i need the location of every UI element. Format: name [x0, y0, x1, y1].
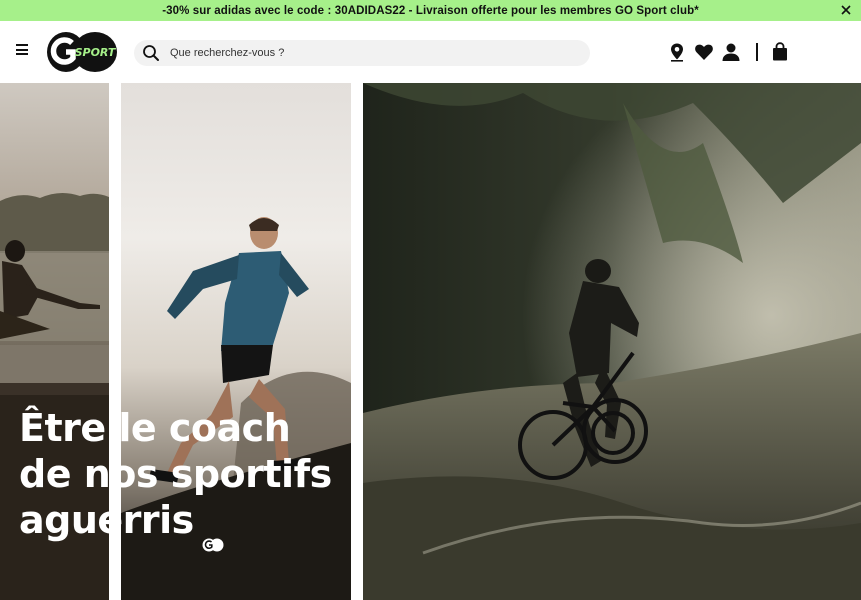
- promo-text: -30% sur adidas avec le code : 30ADIDAS2…: [162, 4, 699, 17]
- user-icon[interactable]: [721, 42, 741, 62]
- hamburger-menu-icon[interactable]: [16, 44, 30, 58]
- hero-title-line-2: de nos sportifs: [19, 452, 332, 496]
- close-icon[interactable]: [839, 3, 853, 17]
- svg-text:SPORT: SPORT: [75, 46, 117, 59]
- site-header: SPORT: [0, 21, 861, 83]
- heart-icon[interactable]: [694, 42, 714, 62]
- shopping-bag-icon[interactable]: [770, 42, 790, 62]
- location-pin-icon[interactable]: [667, 42, 687, 62]
- hero-banner[interactable]: Être le coach de nos sportifs aguerris: [0, 83, 861, 600]
- search-bar[interactable]: [134, 40, 590, 66]
- hero-title: Être le coach de nos sportifs aguerris: [19, 405, 439, 551]
- hero-title-line-3: aguerris: [19, 498, 194, 542]
- search-input[interactable]: [170, 40, 570, 66]
- go-sport-logo[interactable]: SPORT: [46, 31, 118, 73]
- go-badge-icon: [202, 516, 224, 551]
- header-separator: [756, 43, 758, 61]
- search-icon[interactable]: [142, 44, 160, 62]
- hero-title-line-1: Être le coach: [19, 406, 291, 450]
- promo-banner: -30% sur adidas avec le code : 30ADIDAS2…: [0, 0, 861, 21]
